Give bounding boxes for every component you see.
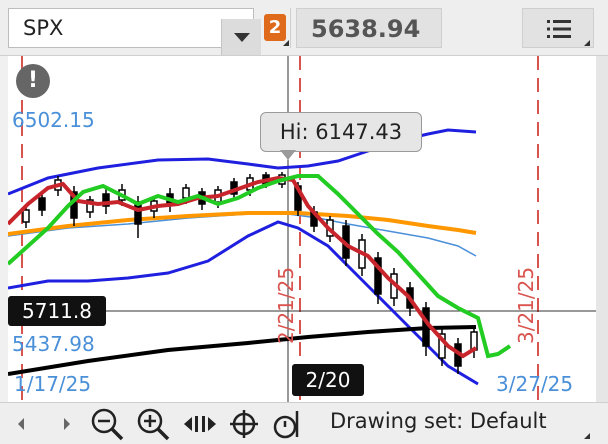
price-label-top: 6502.15 bbox=[12, 108, 95, 132]
chevron-down-icon bbox=[234, 33, 250, 42]
high-tooltip: Hi: 6147.43 bbox=[260, 112, 422, 152]
badge-corner-icon bbox=[283, 40, 289, 46]
alert-icon[interactable]: ! bbox=[16, 64, 50, 98]
menu-list-icon bbox=[547, 20, 571, 38]
toolbar-divider bbox=[290, 8, 291, 48]
thin-ma-line bbox=[8, 213, 477, 257]
zoom-in-icon[interactable] bbox=[134, 407, 174, 441]
drawing-set-corner-icon bbox=[584, 433, 590, 439]
scroll-right-icon[interactable] bbox=[56, 407, 78, 441]
pan-arrows-icon[interactable] bbox=[180, 407, 220, 441]
timer-icon[interactable] bbox=[270, 407, 300, 441]
tooltip-pointer bbox=[280, 150, 296, 160]
date-label-end: 3/27/25 bbox=[496, 372, 574, 396]
symbol-selector[interactable]: SPX bbox=[8, 8, 261, 55]
vertical-date-label-b: 3/21/25 bbox=[514, 266, 538, 344]
notification-badge[interactable]: 2 bbox=[264, 14, 286, 41]
orange-ma-line bbox=[8, 211, 477, 236]
vertical-date-label-a: 2/21/25 bbox=[274, 266, 298, 344]
crosshair-icon[interactable] bbox=[226, 407, 262, 441]
price-chart[interactable]: ! 6502.15 5437.98 5711.8 2/20 Hi: 6147.4… bbox=[8, 56, 596, 402]
symbol-text: SPX bbox=[23, 16, 64, 40]
scroll-left-icon[interactable] bbox=[10, 407, 32, 441]
symbol-dropdown-button[interactable] bbox=[221, 19, 261, 55]
date-label-start: 1/17/25 bbox=[14, 372, 92, 396]
price-label-bottom: 5437.98 bbox=[12, 332, 95, 356]
last-price: 5638.94 bbox=[311, 15, 421, 43]
crosshair-price-label: 5711.8 bbox=[8, 296, 106, 326]
zoom-out-icon[interactable] bbox=[88, 407, 128, 441]
bottom-toolbar: Drawing set: Default bbox=[0, 402, 608, 444]
menu-corner-icon bbox=[584, 40, 590, 46]
crosshair-date-label: 2/20 bbox=[292, 364, 364, 396]
drawing-set-selector[interactable]: Drawing set: Default bbox=[330, 409, 547, 433]
top-toolbar: SPX 2 5638.94 bbox=[0, 0, 608, 56]
chart-canvas[interactable] bbox=[8, 56, 596, 402]
price-scale-strip[interactable] bbox=[596, 56, 608, 402]
last-price-box: 5638.94 bbox=[296, 8, 442, 48]
